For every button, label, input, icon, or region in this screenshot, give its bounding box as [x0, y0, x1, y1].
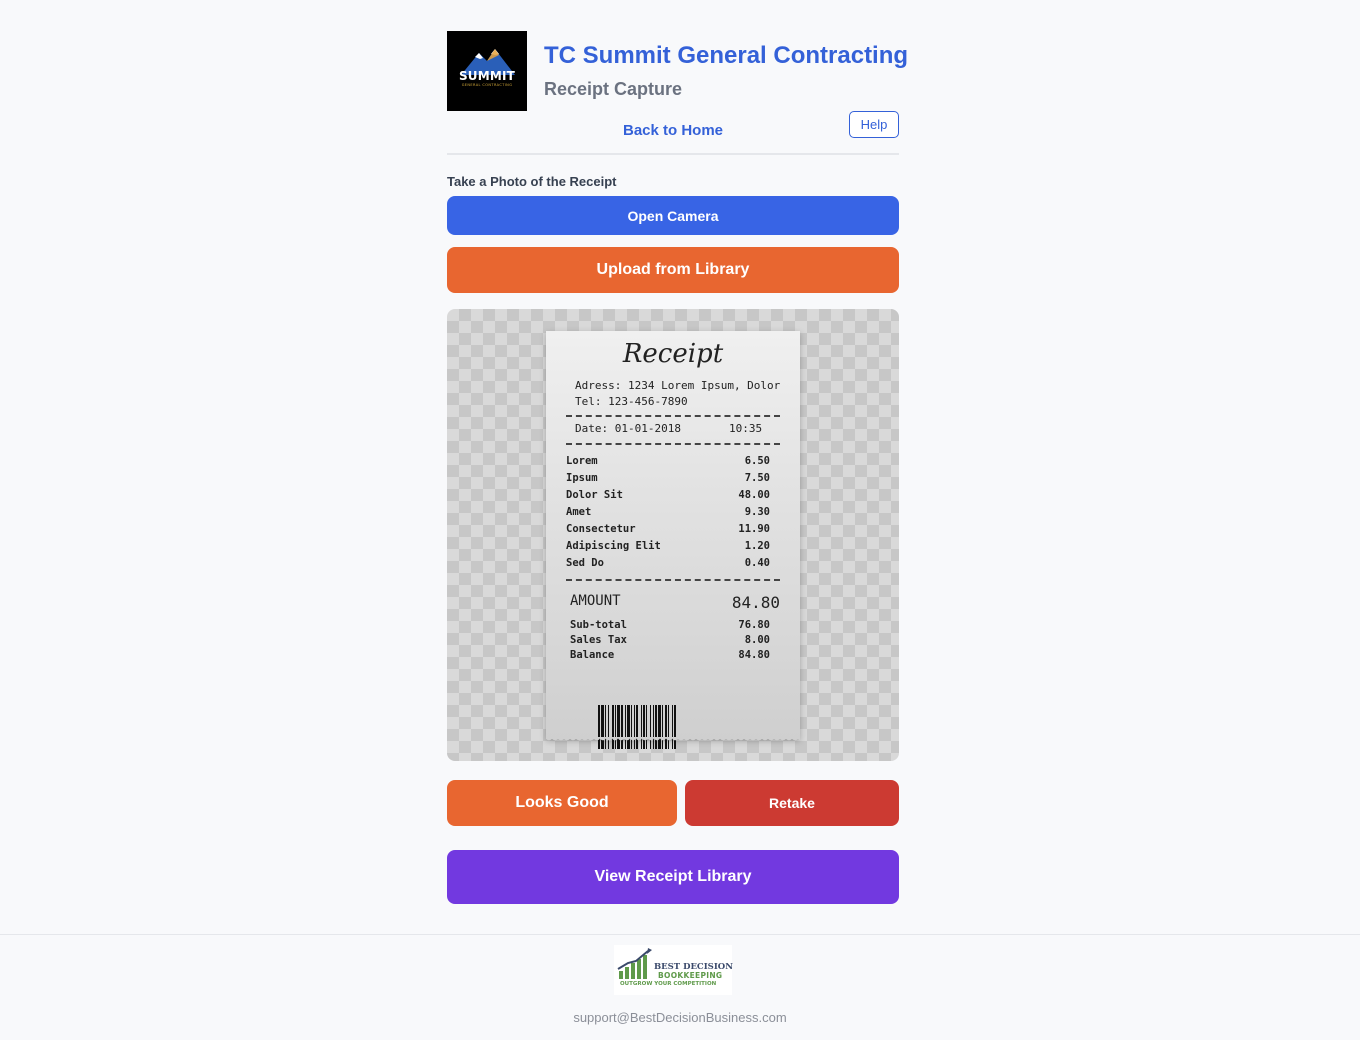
receipt-total-value: 76.80 — [738, 619, 770, 631]
receipt-item-name: Adipiscing Elit — [566, 540, 661, 552]
open-camera-button[interactable]: Open Camera — [447, 196, 899, 235]
barcode-image — [598, 705, 676, 749]
receipt-amount-row: AMOUNT 84.80 — [570, 593, 780, 612]
receipt-address: Adress: 1234 Lorem Ipsum, Dolor — [575, 379, 781, 392]
receipt-total-row: Sub-total 76.80 — [570, 619, 770, 631]
receipt-item-price: 9.30 — [744, 506, 770, 518]
receipt-item-name: Ipsum — [566, 472, 598, 484]
receipt-item-row: Consectetur 11.90 — [566, 523, 770, 535]
retake-button[interactable]: Retake — [685, 780, 899, 826]
looks-good-button[interactable]: Looks Good — [447, 780, 677, 826]
main-container: SUMMIT GENERAL CONTRACTING TC Summit Gen… — [447, 31, 908, 904]
receipt-preview: Receipt Adress: 1234 Lorem Ipsum, Dolor … — [447, 309, 899, 761]
amount-label: AMOUNT — [570, 593, 621, 609]
receipt-item-row: Dolor Sit 48.00 — [566, 489, 770, 501]
amount-value: 84.80 — [731, 593, 780, 612]
receipt-total-value: 84.80 — [738, 649, 770, 661]
receipt-divider — [566, 579, 780, 581]
summit-logo: SUMMIT GENERAL CONTRACTING — [447, 31, 527, 111]
view-receipt-library-button[interactable]: View Receipt Library — [447, 850, 899, 904]
review-actions: Looks Good Retake — [447, 780, 899, 826]
receipt-total-value: 8.00 — [744, 634, 770, 646]
page-header: SUMMIT GENERAL CONTRACTING TC Summit Gen… — [447, 31, 908, 155]
help-button[interactable]: Help — [849, 111, 899, 138]
receipt-item-price: 48.00 — [738, 489, 770, 501]
receipt-time: 10:35 — [729, 422, 763, 435]
back-to-home-link[interactable]: Back to Home — [447, 122, 899, 139]
page-footer: BEST DECISION BOOKKEEPING OUTGROW YOUR C… — [0, 934, 1360, 1040]
receipt-item-row: Ipsum 7.50 — [566, 472, 770, 484]
receipt-total-row: Sales Tax 8.00 — [570, 634, 770, 646]
receipt-item-name: Amet — [566, 506, 592, 518]
receipt-item-name: Dolor Sit — [566, 489, 623, 501]
receipt-item-row: Amet 9.30 — [566, 506, 770, 518]
growth-chart-icon — [617, 948, 652, 979]
receipt-item-price: 6.50 — [744, 455, 770, 467]
receipt-item-price: 7.50 — [744, 472, 770, 484]
receipt-total-name: Sales Tax — [570, 634, 627, 646]
receipt-date: Date: 01-01-2018 — [575, 422, 681, 435]
receipt-item-price: 1.20 — [744, 540, 770, 552]
receipt-title: Receipt — [622, 339, 724, 369]
receipt-item-row: Lorem 6.50 — [566, 455, 770, 467]
receipt-item-name: Lorem — [566, 455, 598, 467]
receipt-tel: Tel: 123-456-7890 — [575, 395, 688, 408]
company-name: TC Summit General Contracting — [544, 42, 909, 69]
best-decision-logo: BEST DECISION BOOKKEEPING OUTGROW YOUR C… — [614, 945, 733, 995]
receipt-total-name: Sub-total — [570, 619, 627, 631]
brand-line-2: BOOKKEEPING — [658, 971, 723, 980]
receipt-divider — [566, 415, 780, 417]
receipt-divider — [566, 443, 780, 445]
receipt-item-name: Consectetur — [566, 523, 636, 535]
receipt-item-price: 0.40 — [744, 557, 770, 569]
receipt-total-row: Balance 84.80 — [570, 649, 770, 661]
receipt-image: Receipt Adress: 1234 Lorem Ipsum, Dolor … — [546, 331, 800, 749]
receipt-item-row: Sed Do 0.40 — [566, 557, 770, 569]
logo-tagline: GENERAL CONTRACTING — [461, 83, 513, 87]
logo-word: SUMMIT — [458, 69, 516, 83]
receipt-total-name: Balance — [570, 649, 615, 661]
upload-from-library-button[interactable]: Upload from Library — [447, 247, 899, 293]
receipt-item-row: Adipiscing Elit 1.20 — [566, 540, 770, 552]
receipt-item-name: Sed Do — [566, 557, 604, 569]
page-subtitle: Receipt Capture — [544, 79, 683, 99]
capture-section-label: Take a Photo of the Receipt — [447, 174, 617, 189]
brand-tagline: OUTGROW YOUR COMPETITION — [620, 981, 717, 987]
header-titles: TC Summit General Contracting Receipt Ca… — [544, 42, 908, 100]
support-email: support@BestDecisionBusiness.com — [573, 1010, 787, 1025]
receipt-item-price: 11.90 — [738, 523, 770, 535]
